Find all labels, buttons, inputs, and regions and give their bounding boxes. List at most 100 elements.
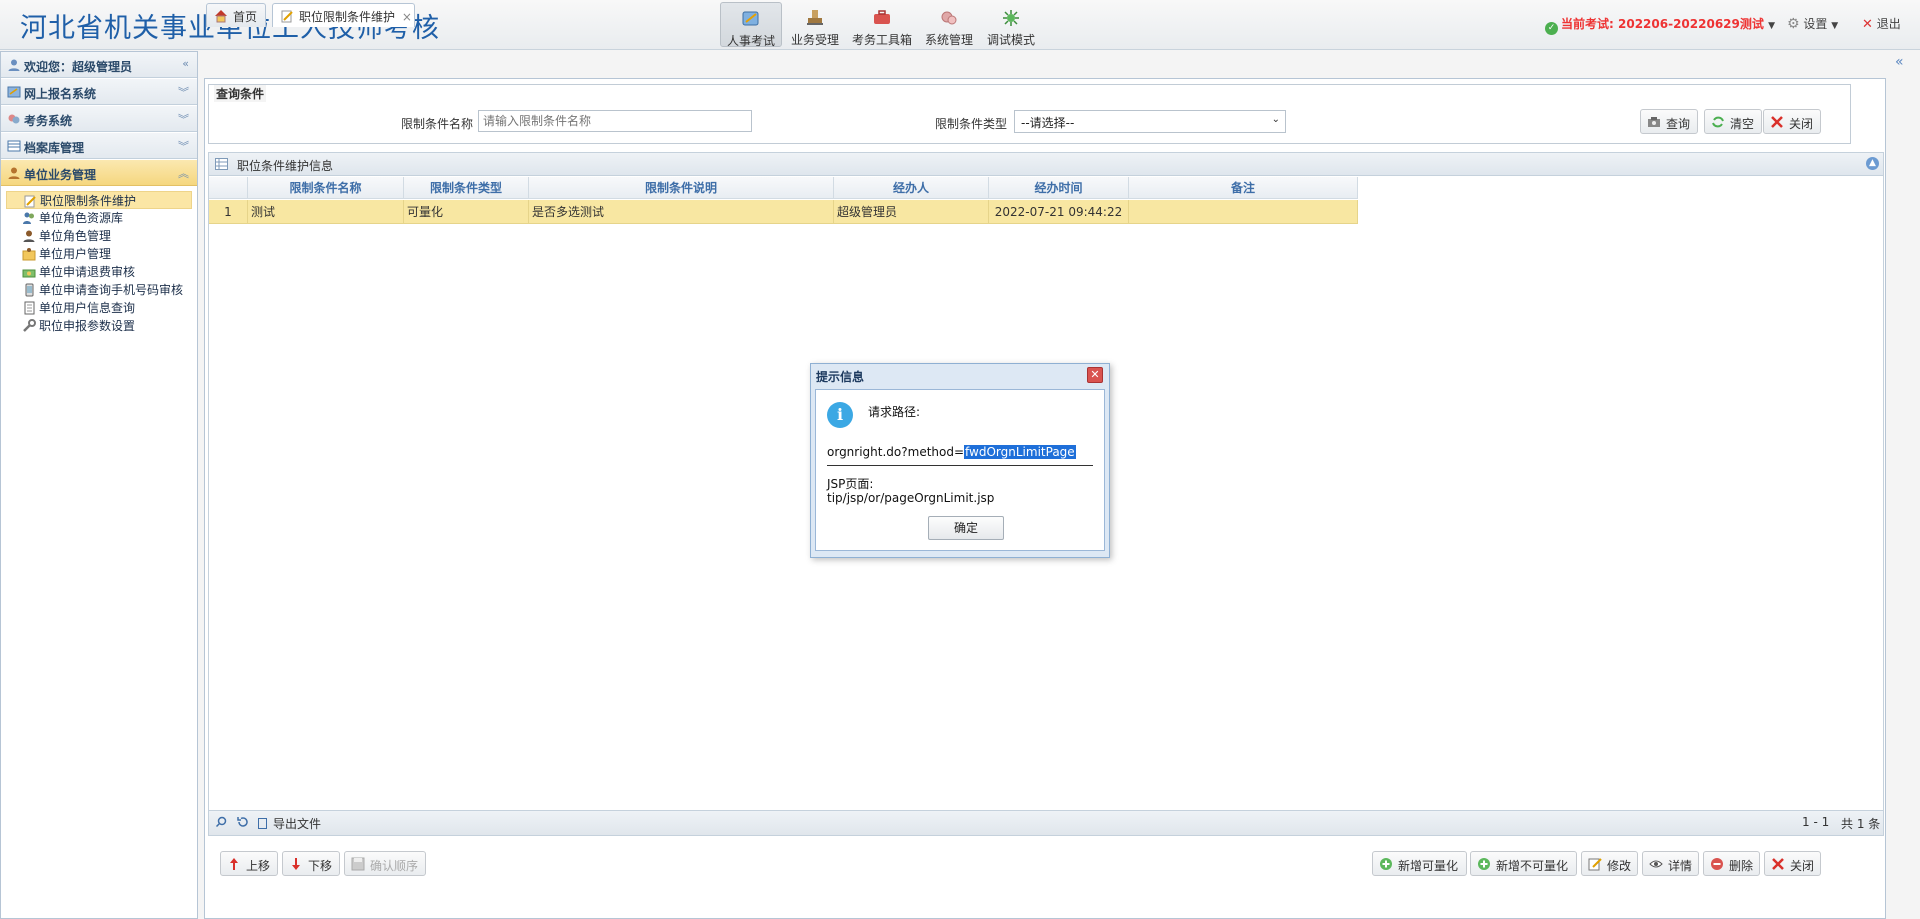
- sidebar-item-user-info-query[interactable]: 单位用户信息查询: [6, 299, 192, 317]
- collapse-left-icon[interactable]: «: [182, 57, 189, 70]
- search-icon[interactable]: [215, 816, 227, 828]
- debug-icon: [1000, 7, 1022, 29]
- edit-button[interactable]: 修改: [1581, 851, 1638, 876]
- table-cell[interactable]: 超级管理员: [834, 200, 989, 224]
- file-icon: [258, 818, 267, 829]
- delete-button[interactable]: 删除: [1703, 851, 1760, 876]
- clear-button[interactable]: 清空: [1704, 109, 1762, 134]
- column-header[interactable]: 限制条件类型: [404, 177, 529, 199]
- gear-icon: ⚙: [1787, 16, 1800, 32]
- grid-icon: [215, 158, 228, 170]
- query-legend: 查询条件: [214, 85, 267, 102]
- table-cell[interactable]: 2022-07-21 09:44:22: [989, 200, 1129, 224]
- close-x-icon: ✕: [1862, 17, 1873, 32]
- table-cell[interactable]: [1129, 200, 1358, 224]
- column-header[interactable]: 限制条件说明: [529, 177, 834, 199]
- user-manage-icon: [22, 229, 36, 243]
- request-path: orgnright.do?method=fwdOrgnLimitPage: [827, 445, 1076, 459]
- sidebar-item-refund-review[interactable]: 单位申请退费审核: [6, 263, 192, 281]
- add-circle-icon: [1477, 857, 1491, 871]
- archive-icon: [7, 139, 21, 153]
- dropdown-caret-icon: ▼: [1768, 21, 1775, 31]
- dialog-close-icon[interactable]: ✕: [1087, 367, 1103, 383]
- info-icon: i: [827, 402, 853, 428]
- table-cell[interactable]: 是否多选测试: [529, 200, 834, 224]
- tab-close-icon[interactable]: ×: [402, 10, 412, 24]
- sidebar-section-unit-business[interactable]: 单位业务管理 ︽: [1, 160, 197, 186]
- home-icon: [214, 9, 228, 23]
- ok-button[interactable]: 确定: [928, 516, 1004, 540]
- nav-business[interactable]: 业务受理: [784, 2, 846, 47]
- delete-circle-icon: [1710, 857, 1724, 871]
- check-icon: ✓: [1545, 22, 1558, 35]
- sidebar-section-online-registration[interactable]: 网上报名系统 ︾: [1, 79, 197, 105]
- add-quantifiable-button[interactable]: 新增可量化: [1372, 851, 1467, 876]
- dialog-divider: [827, 465, 1093, 466]
- sidebar-section-exam-affairs[interactable]: 考务系统 ︾: [1, 106, 197, 132]
- tab-home[interactable]: 首页: [206, 3, 266, 27]
- sidebar-item-user-manage[interactable]: 单位用户管理: [6, 245, 192, 263]
- edit-pencil-icon: [23, 194, 37, 208]
- sidebar-item-phone-review[interactable]: 单位申请查询手机号码审核: [6, 281, 192, 299]
- move-down-button[interactable]: 下移: [282, 851, 340, 876]
- nav-system[interactable]: 系统管理: [918, 2, 980, 47]
- name-label: 限制条件名称: [401, 117, 474, 131]
- current-exam-selector[interactable]: ✓ 当前考试: 202206-20220629测试 ▼: [1545, 15, 1775, 35]
- type-select[interactable]: --请选择-- ⌄: [1014, 110, 1286, 133]
- folder-user-icon: [22, 247, 36, 261]
- add-non-quantifiable-button[interactable]: 新增不可量化: [1470, 851, 1577, 876]
- collapse-right-icon[interactable]: «: [1895, 54, 1904, 70]
- sidebar-section-archive[interactable]: 档案库管理 ︾: [1, 133, 197, 159]
- save-icon: [351, 857, 365, 871]
- detail-button[interactable]: 详情: [1642, 851, 1699, 876]
- tab-position-limit[interactable]: 职位限制条件维护 ×: [272, 3, 415, 27]
- column-header[interactable]: 限制条件名称: [248, 177, 404, 199]
- exam-affairs-icon: [7, 112, 21, 126]
- type-label: 限制条件类型: [935, 117, 1008, 131]
- chevron-down-icon: ︾: [178, 113, 189, 126]
- collapse-panel-icon[interactable]: ▲: [1866, 157, 1879, 170]
- phone-icon: [22, 283, 36, 297]
- grid-title-bar: [208, 152, 1884, 176]
- chevron-up-icon: ︽: [178, 167, 189, 180]
- search-button[interactable]: 查询: [1640, 109, 1698, 134]
- nav-toolbox[interactable]: 考务工具箱: [850, 2, 914, 47]
- arrow-down-icon: [289, 857, 303, 871]
- registration-icon: [7, 85, 21, 99]
- sidebar-item-param-settings[interactable]: 职位申报参数设置: [6, 317, 192, 335]
- dropdown-caret-icon: ▼: [1831, 21, 1839, 31]
- reload-icon[interactable]: [237, 816, 249, 828]
- money-icon: [22, 265, 36, 279]
- toolbox-icon: [871, 7, 893, 29]
- dialog-title: 提示信息: [816, 370, 865, 384]
- bottom-close-button[interactable]: 关闭: [1764, 851, 1821, 876]
- edit-pencil-icon: [280, 9, 294, 23]
- pager-total: 共 1 条: [1841, 817, 1881, 831]
- unit-business-icon: [7, 166, 21, 180]
- logout-button[interactable]: ✕ 退出: [1862, 15, 1901, 32]
- row-number[interactable]: 1: [209, 200, 248, 224]
- table-cell[interactable]: 可量化: [404, 200, 529, 224]
- nav-exam[interactable]: 人事考试: [720, 2, 782, 48]
- wrench-icon: [22, 319, 36, 333]
- eye-icon: [1649, 857, 1663, 871]
- move-up-button[interactable]: 上移: [220, 851, 278, 876]
- sidebar-item-role-resource[interactable]: 单位角色资源库: [6, 209, 192, 227]
- system-icon: [938, 7, 960, 29]
- export-file-button[interactable]: 导出文件: [258, 815, 321, 832]
- nav-debug[interactable]: 调试模式: [980, 2, 1042, 47]
- query-close-button[interactable]: 关闭: [1763, 109, 1821, 134]
- column-header[interactable]: 备注: [1129, 177, 1358, 199]
- confirm-order-button[interactable]: 确认顺序: [344, 851, 426, 876]
- sidebar-item-position-limit[interactable]: 职位限制条件维护: [6, 191, 192, 209]
- column-header[interactable]: 经办人: [834, 177, 989, 199]
- settings-menu[interactable]: ⚙ 设置 ▼: [1787, 15, 1838, 32]
- table-cell[interactable]: 测试: [248, 200, 404, 224]
- sidebar-item-role-manage[interactable]: 单位角色管理: [6, 227, 192, 245]
- name-input[interactable]: [478, 110, 752, 132]
- sidebar-welcome[interactable]: 欢迎您：超级管理员 «: [1, 52, 197, 78]
- current-exam-label: 当前考试:: [1561, 17, 1614, 31]
- grid-footer: [208, 810, 1884, 836]
- column-header[interactable]: 经办时间: [989, 177, 1129, 199]
- row-number-header: [209, 177, 248, 199]
